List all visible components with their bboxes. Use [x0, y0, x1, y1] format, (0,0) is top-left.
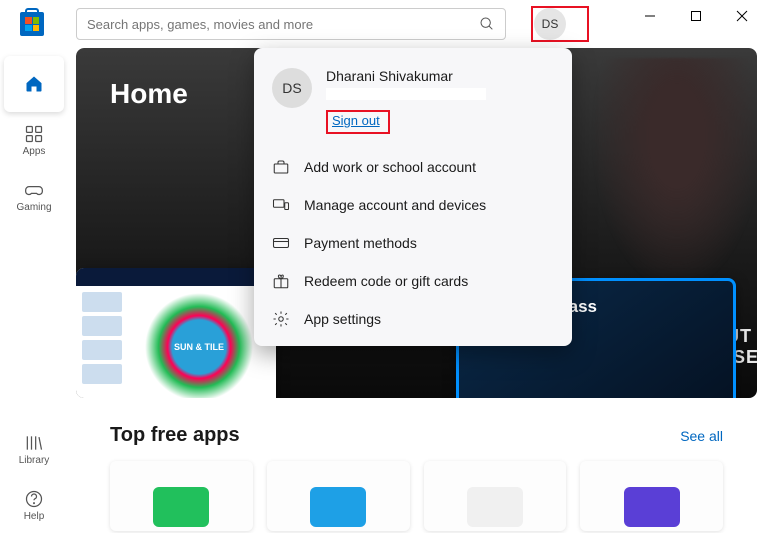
menu-add-work-account[interactable]: Add work or school account [254, 148, 572, 186]
app-icon [310, 487, 366, 527]
nav-help[interactable]: Help [4, 477, 64, 533]
sidebar-nav: Home Apps Gaming Library Help [0, 48, 68, 533]
account-name: Dharani Shivakumar [326, 68, 486, 84]
sign-out-link[interactable]: Sign out [330, 112, 382, 129]
menu-app-settings[interactable]: App settings [254, 300, 572, 338]
apps-icon [24, 124, 44, 144]
nav-apps[interactable]: Apps [4, 112, 64, 168]
gaming-icon [24, 180, 44, 200]
flyout-avatar: DS [272, 68, 312, 108]
gear-icon [272, 310, 290, 328]
help-icon [24, 489, 44, 509]
menu-label: Payment methods [304, 235, 417, 251]
menu-redeem-code[interactable]: Redeem code or gift cards [254, 262, 572, 300]
menu-label: Redeem code or gift cards [304, 273, 468, 289]
nav-library-label: Library [19, 455, 50, 466]
menu-label: Manage account and devices [304, 197, 486, 213]
library-icon [24, 433, 44, 453]
store-logo-icon [20, 12, 44, 36]
account-email-redacted [326, 88, 486, 100]
home-icon [24, 74, 44, 94]
app-icon [153, 487, 209, 527]
app-tile[interactable] [110, 461, 253, 531]
minimize-button[interactable] [627, 0, 673, 32]
app-icon [624, 487, 680, 527]
app-tile[interactable] [424, 461, 567, 531]
top-free-apps-section: Top free apps See all [76, 398, 757, 531]
close-button[interactable] [719, 0, 765, 32]
maximize-button[interactable] [673, 0, 719, 32]
nav-apps-label: Apps [23, 146, 46, 157]
search-icon[interactable] [479, 16, 495, 32]
app-tile[interactable] [267, 461, 410, 531]
account-flyout: DS Dharani Shivakumar Sign out Add work … [254, 48, 572, 346]
app-tile[interactable] [580, 461, 723, 531]
page-title: Home [110, 78, 188, 110]
devices-icon [272, 196, 290, 214]
nav-library[interactable]: Library [4, 421, 64, 477]
highlight-box-signout: Sign out [326, 110, 390, 134]
search-bar[interactable] [76, 8, 506, 40]
briefcase-icon [272, 158, 290, 176]
search-input[interactable] [87, 17, 479, 32]
spotlight-art-label: SUN & TILE [128, 292, 270, 398]
nav-home[interactable]: Home [4, 56, 64, 112]
menu-manage-account[interactable]: Manage account and devices [254, 186, 572, 224]
gift-icon [272, 272, 290, 290]
app-icon [467, 487, 523, 527]
window-controls [627, 0, 765, 32]
nav-help-label: Help [24, 511, 45, 522]
see-all-link[interactable]: See all [680, 428, 723, 444]
menu-label: App settings [304, 311, 381, 327]
title-bar: DS [0, 0, 765, 48]
card-icon [272, 234, 290, 252]
nav-gaming-label: Gaming [16, 202, 51, 213]
section-title: Top free apps [110, 424, 240, 447]
nav-gaming[interactable]: Gaming [4, 168, 64, 224]
account-avatar-button[interactable]: DS [534, 8, 566, 40]
spotlight-card-app[interactable]: SUN & TILE [76, 268, 276, 398]
menu-payment-methods[interactable]: Payment methods [254, 224, 572, 262]
menu-label: Add work or school account [304, 159, 476, 175]
